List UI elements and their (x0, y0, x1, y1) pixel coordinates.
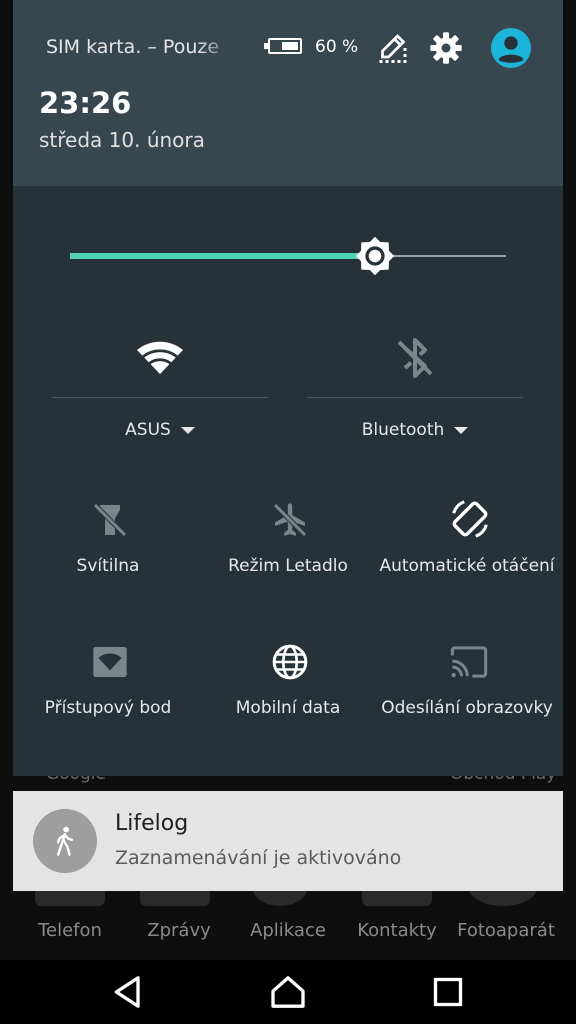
notification-text: Zaznamenávání je aktivováno (115, 847, 402, 869)
tile-bluetooth-label[interactable]: Bluetooth (307, 420, 523, 440)
battery-fill (282, 42, 298, 50)
notification-avatar (33, 809, 97, 873)
tile-wifi[interactable]: ASUS (52, 330, 268, 450)
tile-divider (307, 397, 523, 398)
bluetooth-label: Bluetooth (361, 420, 445, 440)
battery-percent: 60 % (315, 37, 359, 57)
recents-icon[interactable] (428, 972, 468, 1012)
navigation-bar (0, 960, 576, 1024)
chevron-down-icon (180, 426, 195, 434)
brightness-slider[interactable] (70, 236, 506, 276)
brightness-fill (70, 253, 376, 259)
dock-label: Zprávy (147, 920, 211, 941)
tile-auto-rotate[interactable]: Automatické otáčení (377, 500, 557, 600)
clock: 23:26 (39, 86, 132, 120)
quick-settings-panel: SIM karta. – Pouze 60 % 23:26 středa 10.… (13, 0, 563, 776)
hotspot-icon (93, 647, 127, 677)
tile-wifi-label[interactable]: ASUS (52, 420, 268, 440)
tile-bluetooth[interactable]: Bluetooth (307, 330, 523, 450)
user-icon[interactable] (491, 28, 531, 68)
brightness-icon[interactable] (354, 235, 396, 277)
flashlight-off-icon (93, 503, 127, 537)
shade-header: SIM karta. – Pouze 60 % 23:26 středa 10.… (13, 0, 563, 186)
tile-airplane[interactable]: Režim Letadlo (198, 500, 378, 600)
chevron-down-icon (454, 426, 469, 434)
tile-label: Svítilna (76, 556, 140, 576)
notification-title: Lifelog (115, 811, 189, 836)
dock-label: Telefon (38, 920, 102, 941)
back-icon[interactable] (108, 972, 148, 1012)
auto-rotate-icon (452, 500, 488, 538)
tile-hotspot[interactable]: Přístupový bod (18, 642, 198, 742)
tile-label: Přístupový bod (44, 698, 172, 718)
tile-label: Odesílání obrazovky (381, 698, 553, 718)
edit-icon[interactable] (375, 30, 411, 66)
tile-label: Režim Letadlo (228, 556, 348, 576)
notification-card[interactable]: Lifelog Zaznamenávání je aktivováno (13, 791, 563, 891)
wifi-icon (137, 341, 183, 374)
dock-label: Kontakty (357, 920, 437, 941)
tile-mobile-data[interactable]: Mobilní data (198, 642, 378, 742)
tile-divider (52, 397, 268, 398)
dock-label: Fotoaparát (457, 920, 555, 941)
walking-person-icon (56, 826, 73, 856)
tile-flashlight[interactable]: Svítilna (18, 500, 198, 600)
airplane-off-icon (273, 503, 307, 537)
settings-icon[interactable] (428, 30, 464, 66)
dock-label: Aplikace (250, 920, 326, 941)
tile-cast[interactable]: Odesílání obrazovky (377, 642, 557, 742)
cast-icon (450, 646, 488, 678)
tile-label: Automatické otáčení (379, 556, 555, 576)
date: středa 10. února (39, 128, 205, 152)
bluetooth-off-icon (397, 338, 433, 378)
mobile-data-icon (272, 644, 308, 680)
carrier-label: SIM karta. – Pouze (46, 36, 220, 58)
tile-label: Mobilní data (235, 698, 341, 718)
home-icon[interactable] (268, 972, 308, 1012)
battery-icon (264, 38, 302, 54)
wifi-network-name: ASUS (125, 420, 171, 440)
